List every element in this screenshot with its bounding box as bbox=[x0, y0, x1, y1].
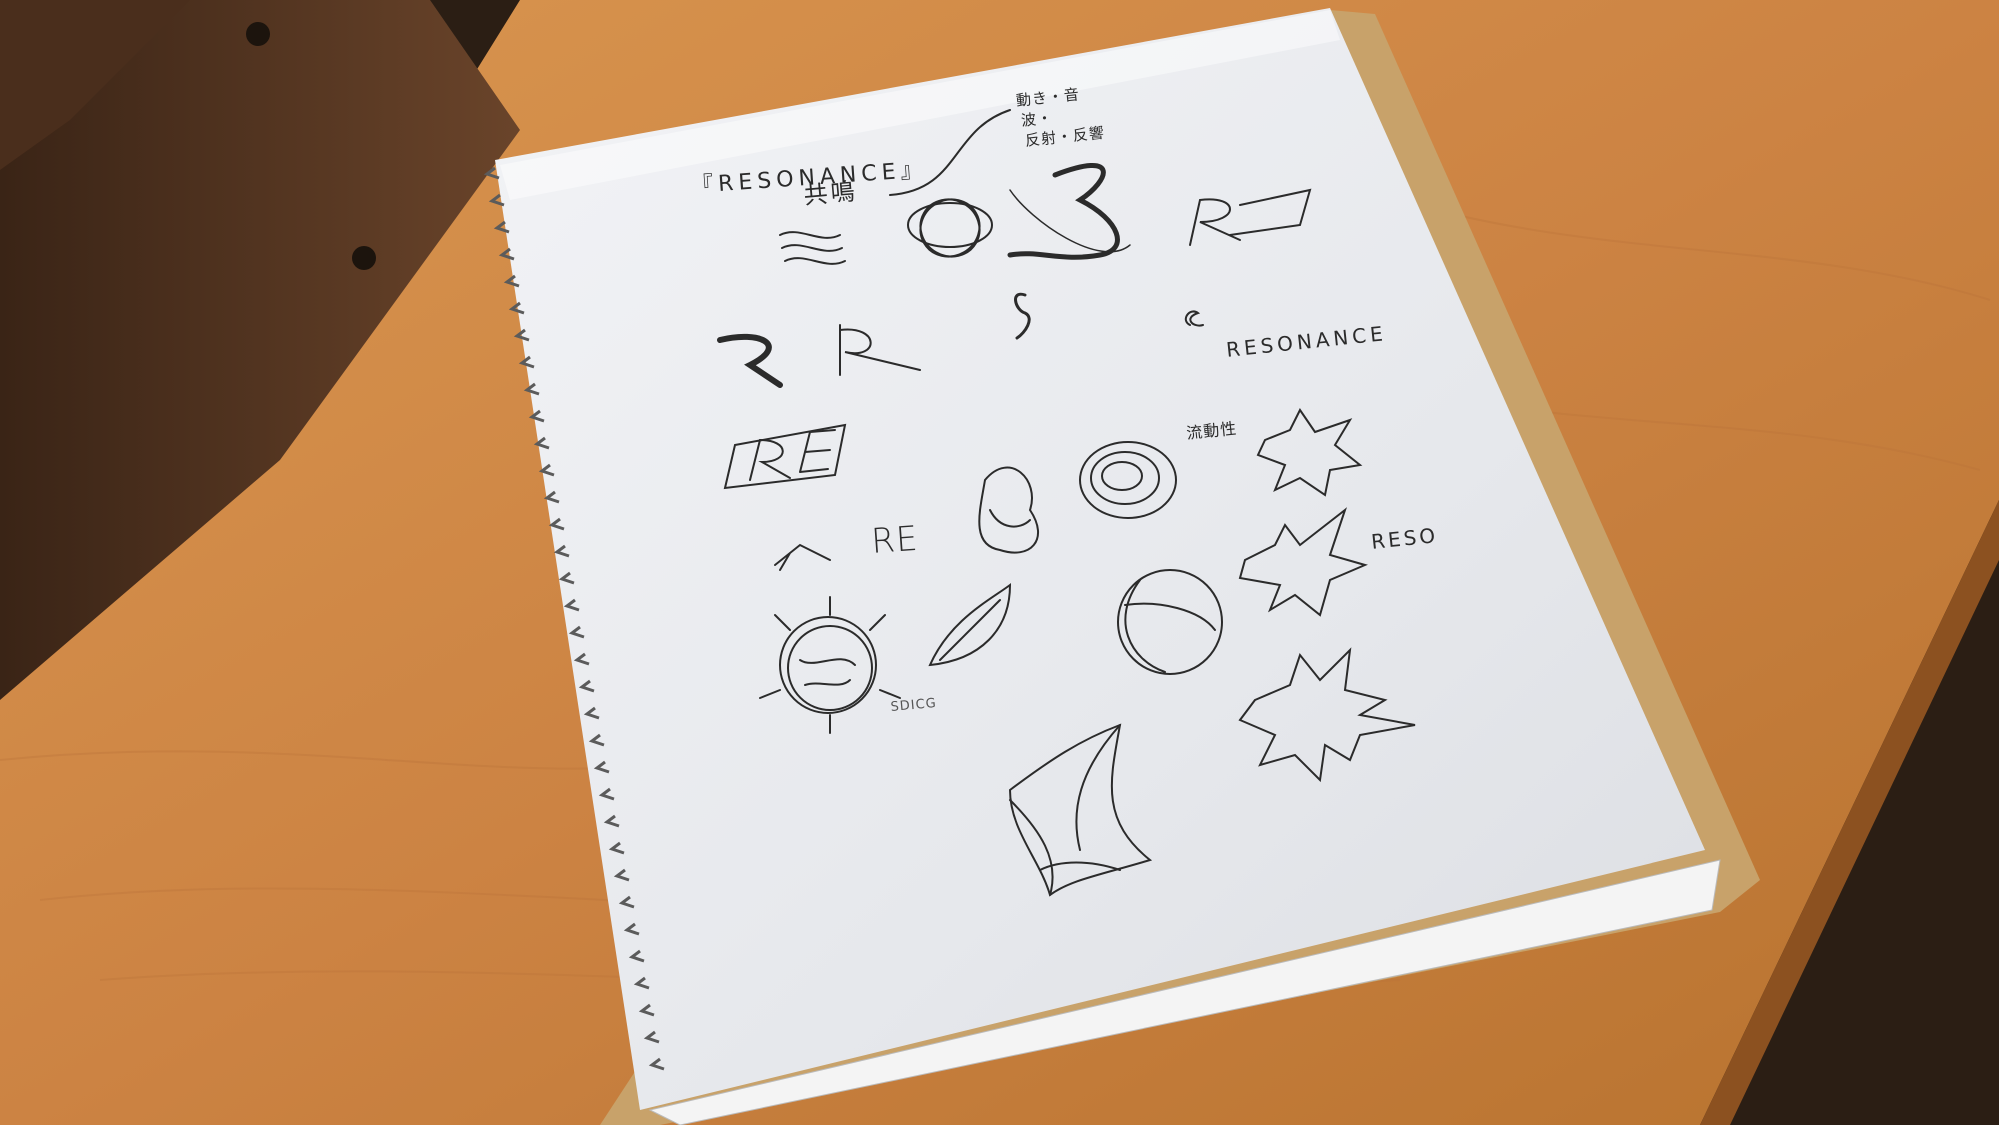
photo-scene bbox=[0, 0, 1999, 1125]
sketch-title-kanji: 共鳴 bbox=[802, 177, 859, 210]
chair-bolt-2 bbox=[352, 246, 376, 270]
sketch-word-re: RE bbox=[870, 518, 920, 562]
chair-bolt-1 bbox=[246, 22, 270, 46]
